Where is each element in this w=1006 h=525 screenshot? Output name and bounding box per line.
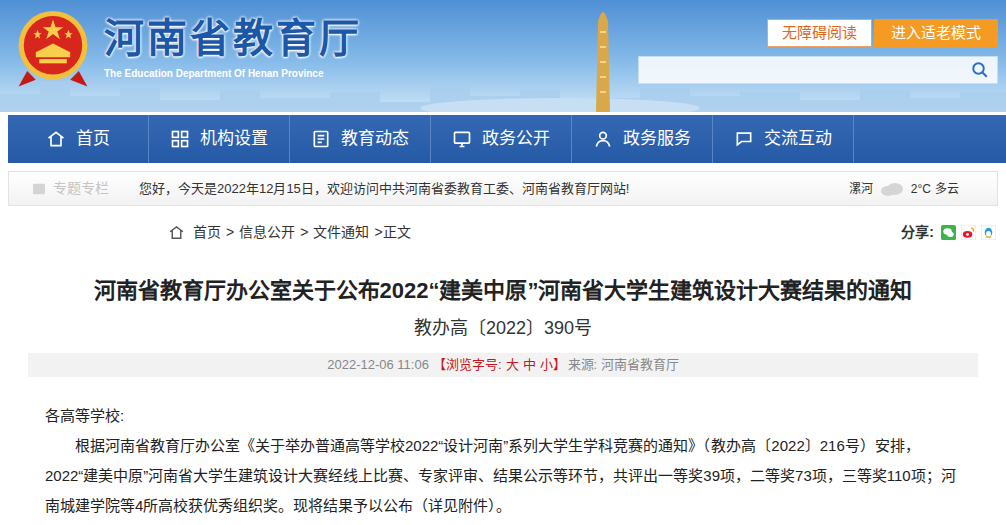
breadcrumb-separator: > <box>374 222 382 243</box>
greeting-text: 您好，今天是2022年12月15日，欢迎访问中共河南省委教育工委、河南省教育厅网… <box>139 179 629 199</box>
chat-icon <box>734 129 754 149</box>
font-size-prefix: 【浏览字号: <box>433 355 502 375</box>
service-icon <box>593 129 613 149</box>
cloud-icon <box>879 182 905 196</box>
nav-item[interactable]: 教育动态 <box>290 115 431 163</box>
topic-link[interactable]: 专题专栏 <box>53 178 109 199</box>
font-size-option[interactable]: 小 <box>540 355 553 375</box>
wechat-icon[interactable] <box>941 225 956 240</box>
breadcrumb-row: 首页>信息公开>文件通知>正文 分享: <box>0 220 1006 244</box>
nav-item[interactable]: 交流互动 <box>713 115 854 163</box>
tower-image <box>586 2 620 112</box>
home-icon <box>46 129 66 149</box>
salutation: 各高等学校: <box>45 401 961 431</box>
nav-label: 政务公开 <box>482 126 550 152</box>
breadcrumb-item[interactable]: 信息公开 <box>239 222 295 243</box>
weather-city: 漯河 <box>849 180 873 198</box>
monitor-icon <box>452 129 472 149</box>
article: 河南省教育厅办公室关于公布2022“建美中原”河南省大学生建筑设计大赛结果的通知… <box>28 276 978 521</box>
nav-item[interactable]: 机构设置 <box>149 115 290 163</box>
info-bar: 专题专栏 您好，今天是2022年12月15日，欢迎访问中共河南省委教育工委、河南… <box>8 171 998 206</box>
topic-icon <box>31 181 47 197</box>
accessible-reading-button[interactable]: 无障碍阅读 <box>767 19 872 47</box>
search-icon[interactable] <box>971 61 989 79</box>
font-size-option[interactable]: 中 <box>523 355 536 375</box>
doc-number: 教办高〔2022〕390号 <box>28 316 978 341</box>
news-icon <box>311 129 331 149</box>
nav-label: 机构设置 <box>200 126 268 152</box>
article-meta: 2022-12-06 11:06 【浏览字号: 大中小 】 来源: 河南省教育厅 <box>28 353 978 377</box>
nav-item[interactable]: 政务服务 <box>572 115 713 163</box>
article-source: 来源: 河南省教育厅 <box>568 355 679 375</box>
weather: 漯河 2°C 多云 <box>849 180 959 198</box>
breadcrumb-item: 正文 <box>383 222 411 243</box>
weibo-icon[interactable] <box>961 225 976 240</box>
publish-date: 2022-12-06 11:06 <box>327 355 429 375</box>
article-title: 河南省教育厅办公室关于公布2022“建美中原”河南省大学生建筑设计大赛结果的通知 <box>28 276 978 306</box>
main-nav: 首页 机构设置 教育动态 政务公开 政务服务 交流互动 <box>8 115 1006 163</box>
site-subtitle: The Education Department Of Henan Provin… <box>104 66 362 81</box>
nav-label: 政务服务 <box>623 126 691 152</box>
site-header: 河南省教育厅 The Education Department Of Henan… <box>0 0 1006 112</box>
nav-label: 交流互动 <box>764 126 832 152</box>
qq-icon[interactable] <box>981 225 996 240</box>
org-icon <box>170 129 190 149</box>
national-emblem-icon <box>10 4 96 90</box>
weather-temp: 2°C <box>911 180 931 198</box>
nav-label: 首页 <box>76 126 110 152</box>
font-size-suffix: 】 <box>553 355 566 375</box>
article-paragraph: 根据河南省教育厅办公室《关于举办普通高等学校2022“设计河南”系列大学生学科竞… <box>45 431 961 521</box>
breadcrumb-item[interactable]: 文件通知 <box>313 222 369 243</box>
nav-item[interactable]: 政务公开 <box>431 115 572 163</box>
font-size-option[interactable]: 大 <box>506 355 519 375</box>
breadcrumb-separator: > <box>226 222 234 243</box>
share-label: 分享: <box>901 222 934 243</box>
site-title: 河南省教育厅 <box>104 18 362 58</box>
breadcrumb-item[interactable]: 首页 <box>193 222 221 243</box>
breadcrumb-separator: > <box>300 222 308 243</box>
home-icon <box>168 224 185 241</box>
search-input[interactable] <box>639 57 997 83</box>
nav-item[interactable]: 首页 <box>8 115 149 163</box>
elder-mode-button[interactable]: 进入适老模式 <box>874 19 998 47</box>
search-box <box>638 56 998 84</box>
nav-label: 教育动态 <box>341 126 409 152</box>
weather-desc: 多云 <box>935 180 959 198</box>
